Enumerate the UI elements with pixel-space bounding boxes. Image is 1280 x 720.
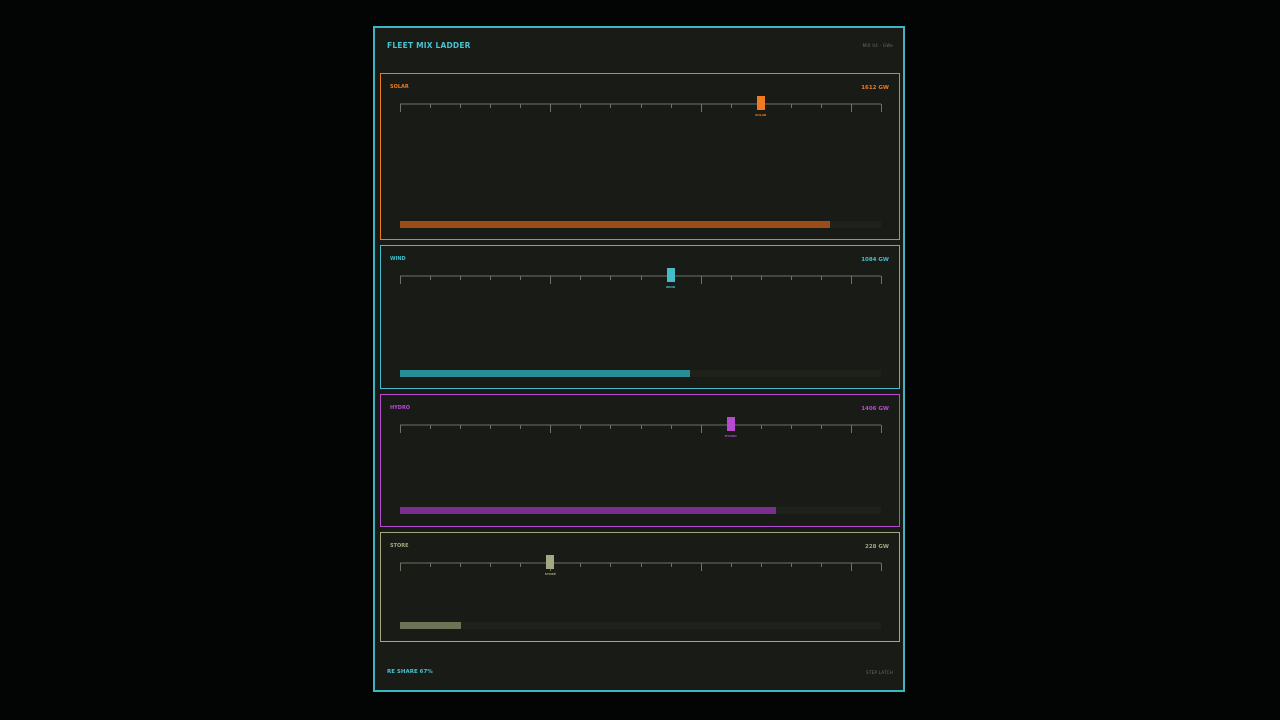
share-bar-fill — [400, 370, 690, 377]
marker-label: WIND — [665, 285, 676, 289]
marker-label: STORE — [544, 572, 556, 576]
marker-label: HYDRO — [724, 434, 737, 438]
panel-value: 228 GW — [865, 544, 889, 550]
ruler-scale — [400, 562, 882, 571]
ruler-scale — [400, 424, 882, 433]
ruler: SOLAR — [400, 96, 882, 117]
share-bar-track — [400, 370, 881, 377]
level-marker — [756, 96, 765, 110]
page-title: FLEET MIX LADDER — [387, 41, 471, 50]
panel-hydro: HYDRO 1406 GW HYDRO — [380, 394, 900, 527]
header-meta: MIX 04 · GWe — [862, 43, 893, 48]
panel-value: 1406 GW — [861, 406, 889, 412]
panel-label: HYDRO — [390, 405, 411, 411]
ruler-scale — [400, 103, 882, 112]
re-share-readout: RE SHARE 67% — [387, 669, 433, 675]
panel-value: 1612 GW — [861, 85, 889, 91]
panel-label: SOLAR — [390, 84, 409, 90]
panel-value: 1084 GW — [861, 257, 889, 263]
ruler: HYDRO — [400, 417, 882, 438]
panel-wind: WIND 1084 GW WIND — [380, 245, 900, 389]
share-bar-track — [400, 221, 881, 228]
level-marker — [666, 268, 675, 282]
share-bar-fill — [400, 507, 776, 514]
ruler: STORE — [400, 555, 882, 576]
share-bar-fill — [400, 622, 462, 629]
ruler-scale — [400, 275, 882, 284]
panel-store: STORE 228 GW STORE — [380, 532, 900, 642]
share-bar-track — [400, 507, 881, 514]
ruler: WIND — [400, 268, 882, 289]
share-bar-track — [400, 622, 881, 629]
fleet-mix-frame: FLEET MIX LADDER MIX 04 · GWe SOLAR 1612… — [373, 26, 905, 692]
level-marker — [546, 555, 555, 569]
share-bar-fill — [400, 221, 831, 228]
panel-label: WIND — [390, 256, 406, 262]
footer-status: STEP LATCH — [866, 670, 893, 675]
marker-label: SOLAR — [755, 113, 767, 117]
panel-solar: SOLAR 1612 GW SOLAR — [380, 73, 900, 240]
level-marker — [726, 417, 735, 431]
panel-label: STORE — [390, 543, 409, 549]
